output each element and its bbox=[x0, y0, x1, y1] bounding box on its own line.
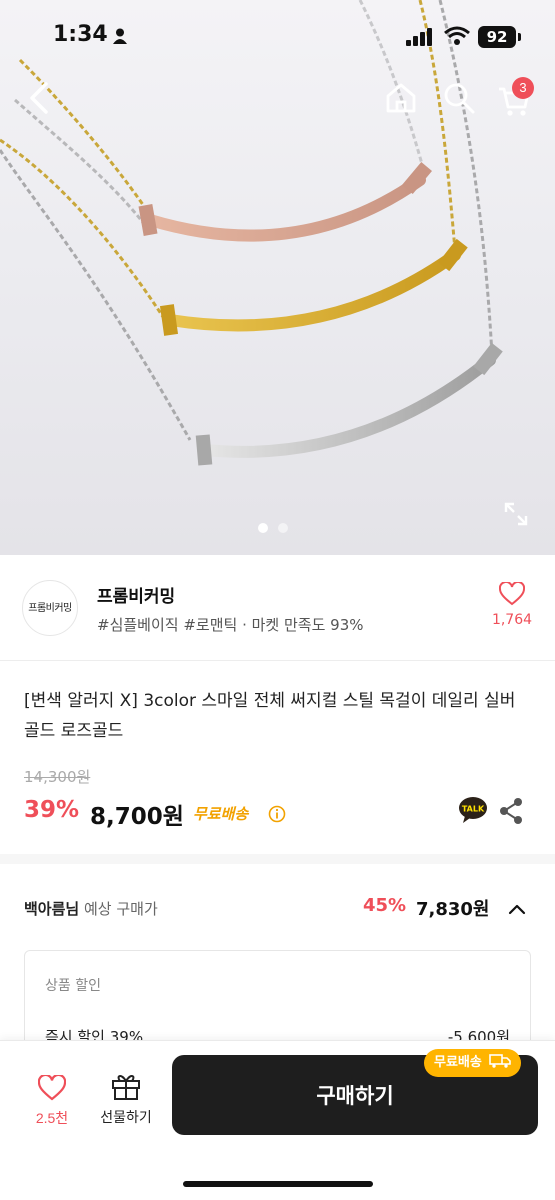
shop-like-count: 1,764 bbox=[491, 612, 533, 628]
shop-name[interactable]: 프롬비커밍 bbox=[97, 582, 175, 607]
expected-price-label: 백아름님 예상 구매가 bbox=[24, 898, 158, 919]
kakaotalk-icon[interactable]: TALK bbox=[458, 796, 488, 824]
home-indicator bbox=[183, 1181, 373, 1187]
heart-icon bbox=[498, 580, 526, 606]
expected-price-section: 백아름님 예상 구매가 45% 7,830원 상품 할인 즉시 할인 39% -… bbox=[0, 874, 555, 1070]
free-shipping-badge: 무료배송 bbox=[424, 1049, 522, 1077]
product-info: [변색 알러지 X] 3color 스마일 전체 써지컬 스틸 목걸이 데일리 … bbox=[0, 662, 555, 864]
original-price: 14,300원 bbox=[24, 768, 91, 786]
battery-indicator: 92 bbox=[478, 26, 516, 48]
shop-info[interactable]: 프롬비커밍 프롬비커밍 #심플베이직 #로맨틱 · 마켓 만족도 93% 1,7… bbox=[0, 555, 555, 661]
expected-price-caption: 예상 구매가 bbox=[83, 900, 158, 918]
person-icon bbox=[113, 28, 127, 44]
expand-icon[interactable] bbox=[502, 500, 530, 528]
gallery-dot-1[interactable] bbox=[258, 523, 268, 533]
gift-label: 선물하기 bbox=[100, 1108, 152, 1125]
truck-icon bbox=[489, 1054, 512, 1068]
search-button[interactable] bbox=[440, 80, 478, 118]
signal-icon bbox=[406, 28, 432, 46]
status-bar: 1:34 92 bbox=[0, 0, 555, 72]
product-title: [변색 알러지 X] 3color 스마일 전체 써지컬 스틸 목걸이 데일리 … bbox=[24, 691, 516, 741]
like-count: 2.5천 bbox=[35, 1109, 69, 1126]
share-icon[interactable] bbox=[498, 797, 524, 825]
free-shipping-label: 무료배송 bbox=[193, 805, 249, 823]
cart-button[interactable]: 3 bbox=[494, 77, 534, 120]
heart-icon bbox=[37, 1073, 67, 1100]
discount-rate: 39% bbox=[24, 797, 80, 823]
product-image-gallery[interactable]: 1:34 92 3 bbox=[0, 0, 555, 555]
home-button[interactable] bbox=[382, 80, 420, 118]
shop-like-button[interactable]: 1,764 bbox=[490, 580, 534, 632]
back-button[interactable] bbox=[24, 80, 58, 118]
info-icon[interactable] bbox=[268, 805, 286, 823]
svg-text:TALK: TALK bbox=[462, 805, 485, 814]
chevron-left-icon bbox=[30, 82, 48, 114]
expected-price: 7,830원 bbox=[416, 899, 490, 920]
free-shipping-badge-text: 무료배송 bbox=[434, 1055, 482, 1070]
gift-button[interactable]: 선물하기 bbox=[92, 1069, 160, 1129]
gallery-dot-2[interactable] bbox=[278, 523, 288, 533]
home-icon bbox=[386, 83, 416, 112]
status-time: 1:34 bbox=[53, 22, 108, 47]
wifi-icon bbox=[444, 26, 470, 45]
gallery-pagination bbox=[258, 518, 298, 537]
bottom-action-bar: 2.5천 선물하기 구매하기 무료배송 bbox=[0, 1040, 555, 1200]
like-button[interactable]: 2.5천 bbox=[26, 1071, 78, 1131]
discount-box-label: 상품 할인 bbox=[45, 978, 101, 994]
expected-discount: 45% bbox=[363, 895, 407, 916]
battery-tip bbox=[518, 33, 521, 41]
shop-avatar[interactable]: 프롬비커밍 bbox=[22, 580, 78, 636]
sale-price: 8,700원 bbox=[90, 804, 184, 830]
chevron-up-icon[interactable] bbox=[506, 898, 528, 920]
search-icon bbox=[444, 83, 475, 113]
user-name: 백아름님 bbox=[24, 900, 80, 918]
gift-icon bbox=[112, 1074, 140, 1100]
cart-count-badge: 3 bbox=[512, 77, 534, 99]
shop-tags: #심플베이직 #로맨틱 · 마켓 만족도 93% bbox=[97, 616, 364, 634]
